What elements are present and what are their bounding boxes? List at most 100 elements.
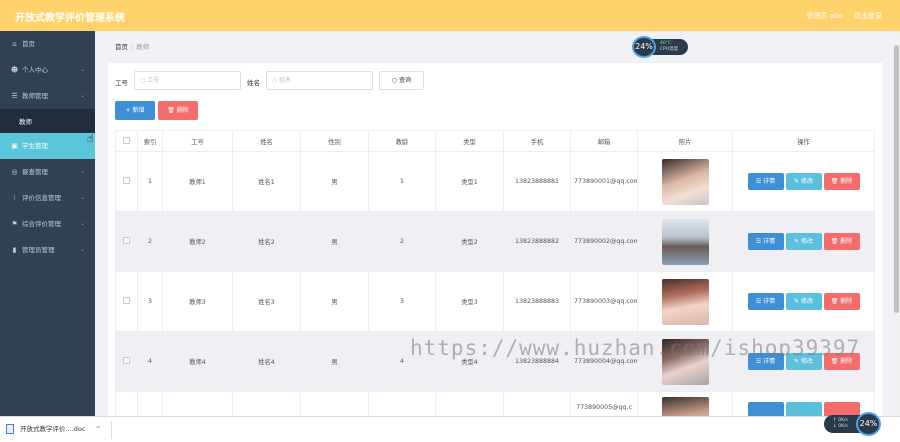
sidebar-item-supervisors[interactable]: ◎ 督查管理 ⌄ xyxy=(0,159,95,185)
cell-email: 773890003@qq.com xyxy=(570,271,638,332)
cell-gender: 男 xyxy=(300,151,369,212)
cell-phone: 13823888882 xyxy=(503,211,571,272)
sidebar-item-label: 综合评价管理 xyxy=(22,220,61,228)
edit-button[interactable]: ✎ 修改 xyxy=(785,173,822,190)
cpu-monitor-widget[interactable]: 40°C CPU温度 24% xyxy=(632,36,688,58)
teacher-icon: ☰ xyxy=(11,92,18,100)
sidebar-item-teachers[interactable]: ☰ 教师管理 ⌄ xyxy=(0,83,95,109)
cpu-usage-percent: 24% xyxy=(856,412,881,436)
view-button[interactable]: ☰ 详情 xyxy=(747,233,784,250)
select-all-header[interactable] xyxy=(115,130,138,152)
cell-email: 773890001@qq.com xyxy=(570,151,638,212)
sidebar-item-label: 首页 xyxy=(22,40,35,48)
column-header[interactable]: 工号 xyxy=(162,130,233,152)
edit-button[interactable]: ✎ 修改 xyxy=(785,293,822,310)
breadcrumb-current: 教师 xyxy=(136,43,150,51)
chevron-down-icon: ⌄ xyxy=(79,168,85,175)
column-header[interactable]: 类型 xyxy=(435,130,504,152)
download-speed: 0K/s xyxy=(838,424,848,429)
column-header[interactable]: 教龄 xyxy=(368,130,436,152)
id-search-input[interactable]: ○ 工号 xyxy=(134,71,241,90)
delete-button[interactable]: 🗑 删除 xyxy=(823,233,860,250)
cell-phone: 13823888881 xyxy=(503,151,571,212)
checkbox[interactable] xyxy=(123,136,130,144)
delete-button[interactable]: 🗑 删除 xyxy=(823,173,860,190)
watermark-text: https://www.huzhan.com/ishop39397 xyxy=(410,336,861,360)
column-header[interactable]: 性别 xyxy=(300,130,369,152)
column-header: 操作 xyxy=(732,130,875,152)
cell-id: 教师1 xyxy=(162,151,233,212)
cell-index: 3 xyxy=(137,271,163,332)
row-checkbox[interactable] xyxy=(123,357,130,364)
sidebar-item-admins[interactable]: ▮ 管理员管理 ⌄ xyxy=(0,237,95,263)
cell-id: 教师4 xyxy=(162,331,233,392)
chevron-down-icon: ⌄ xyxy=(79,92,85,99)
cell-index: 2 xyxy=(137,211,163,272)
view-button[interactable]: ☰ 详情 xyxy=(747,173,784,190)
upload-speed: 0K/s xyxy=(838,418,848,423)
cell-years: 2 xyxy=(368,211,436,272)
row-checkbox[interactable] xyxy=(123,237,130,244)
cell-gender: 男 xyxy=(300,271,369,332)
download-item[interactable]: 开放式教学评价....doc ^ xyxy=(6,423,101,434)
chevron-down-icon: ⌄ xyxy=(79,194,85,201)
row-checkbox[interactable] xyxy=(123,177,130,184)
teacher-photo xyxy=(661,218,709,265)
chevron-down-icon: ⌄ xyxy=(79,220,85,227)
trash-icon: 🗑 xyxy=(167,107,175,114)
search-icon: ○ xyxy=(391,77,398,84)
cell-email: 773890002@qq.com xyxy=(570,211,638,272)
user-area: 管理员 abo 退出登录 xyxy=(798,11,882,21)
view-button[interactable]: ☰ 详情 xyxy=(747,293,784,310)
sidebar-item-evaluations[interactable]: ⁝ 评价信息管理 ⌄ xyxy=(0,185,95,211)
teacher-photo xyxy=(661,158,709,205)
download-bar: 开放式教学评价....doc ^ xyxy=(0,416,900,442)
sidebar-item-overall[interactable]: ⚑ 综合评价管理 ⌄ xyxy=(0,211,95,237)
table-row: 2 教师2 姓名2 男 2 类型2 13823888882 773890002@… xyxy=(115,211,875,272)
cell-name: 姓名1 xyxy=(232,151,301,212)
edit-button[interactable]: ✎ 修改 xyxy=(785,233,822,250)
column-header[interactable]: 照片 xyxy=(637,130,733,152)
scrollbar-thumb[interactable] xyxy=(894,45,899,313)
logout-link[interactable]: 退出登录 xyxy=(854,12,882,20)
cpu-usage-percent: 24% xyxy=(632,36,656,58)
sidebar-item-students[interactable]: ▣ 学生管理 ⌄ xyxy=(0,133,95,159)
column-header[interactable]: 姓名 xyxy=(232,130,301,152)
search-button[interactable]: ○ 查询 xyxy=(379,71,424,90)
sidebar-item-label: 督查管理 xyxy=(22,168,48,176)
breadcrumb-home[interactable]: 首页 xyxy=(115,43,128,51)
name-search-input[interactable]: ○ 姓名 xyxy=(266,71,373,90)
sidebar-item-profile[interactable]: ☻ 个人中心 ⌄ xyxy=(0,57,95,83)
sidebar-item-home[interactable]: ⌂ 首页 xyxy=(0,31,95,57)
batch-delete-button[interactable]: 🗑 删除 xyxy=(158,101,198,120)
cell-gender: 男 xyxy=(300,331,369,392)
flag-icon: ⚑ xyxy=(11,220,18,228)
column-header[interactable]: 邮箱 xyxy=(570,130,638,152)
column-header[interactable]: 手机 xyxy=(503,130,571,152)
sidebar-subitem-teacher[interactable]: 教师 xyxy=(0,109,95,135)
app-title: 开放式教学评价管理系统 xyxy=(15,13,125,24)
table-row: 3 教师3 姓名3 男 3 类型3 13823888883 773890003@… xyxy=(115,271,875,332)
cell-id: 教师2 xyxy=(162,211,233,272)
download-filename: 开放式教学评价....doc xyxy=(20,425,86,433)
network-monitor-widget[interactable]: ↑ 0K/s ↓ 0K/s 24% xyxy=(824,412,881,436)
top-bar: 开放式教学评价管理系统 管理员 abo 退出登录 xyxy=(0,0,900,31)
cell-phone: 13823888883 xyxy=(503,271,571,332)
home-icon: ⌂ xyxy=(12,40,17,48)
file-icon xyxy=(6,424,14,434)
sidebar-item-label: 个人中心 xyxy=(22,66,48,74)
column-header[interactable]: 索引 xyxy=(137,130,163,152)
name-label: 姓名 xyxy=(247,79,260,87)
sidebar-item-label: 教师管理 xyxy=(22,92,48,100)
table-header: 索引 工号 姓名 性别 教龄 类型 手机 邮箱 照片 操作 xyxy=(115,130,875,152)
chevron-down-icon: ⌄ xyxy=(79,142,85,149)
mouse-cursor-icon: ☝ xyxy=(87,132,94,145)
row-checkbox[interactable] xyxy=(123,297,130,304)
add-button[interactable]: + 新增 xyxy=(115,101,155,120)
cell-type: 类型3 xyxy=(435,271,504,332)
cell-years: 3 xyxy=(368,271,436,332)
delete-button[interactable]: 🗑 删除 xyxy=(823,293,860,310)
breadcrumb: 首页 / 教师 xyxy=(115,43,150,51)
chevron-up-icon[interactable]: ^ xyxy=(95,425,100,433)
cell-type: 类型2 xyxy=(435,211,504,272)
